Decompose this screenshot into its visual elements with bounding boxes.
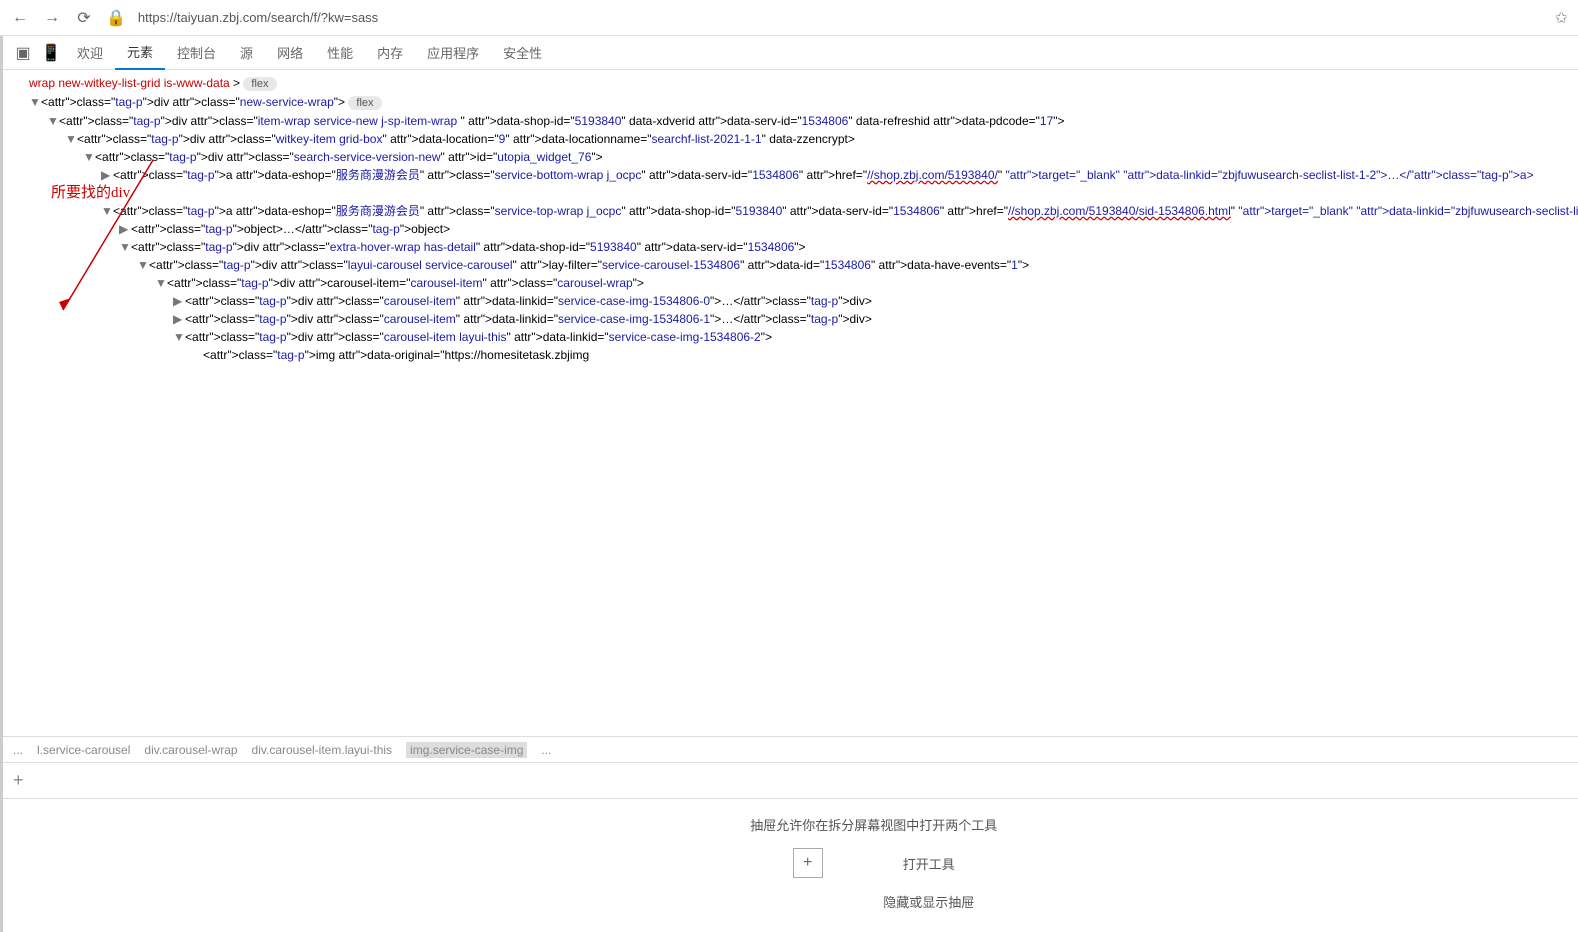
open-tool-button[interactable]: + [793, 848, 823, 878]
bc-item-selected[interactable]: img.service-case-img [406, 742, 527, 758]
tab-elements[interactable]: 元素 [115, 36, 165, 70]
dom-breadcrumb[interactable]: ... l.service-carousel div.carousel-wrap… [3, 736, 1578, 762]
hide-drawer-label: 隐藏或显示抽屉 [883, 892, 974, 911]
bc-more[interactable]: ... [541, 743, 551, 757]
forward-button[interactable]: → [42, 8, 62, 28]
bc-more[interactable]: ... [13, 743, 23, 757]
favorite-icon[interactable]: ✩ [1555, 8, 1568, 28]
url-text[interactable]: https://taiyuan.zbj.com/search/f/?kw=sas… [138, 10, 1543, 25]
annotation-arrow [43, 150, 163, 330]
tab-performance[interactable]: 性能 [315, 36, 365, 70]
bc-item[interactable]: div.carousel-wrap [144, 743, 237, 757]
console-drawer-bar: + [3, 762, 1578, 798]
devtools: ▣ 📱 欢迎 元素 控制台 源 网络 性能 内存 应用程序 安全性 » + wr… [2, 36, 1578, 932]
open-tool-label: 打开工具 [903, 854, 955, 873]
drawer-msg: 抽屉允许你在拆分屏幕视图中打开两个工具 [19, 815, 1578, 834]
tab-security[interactable]: 安全性 [491, 36, 554, 70]
dom-tree[interactable]: wrap new-witkey-list-grid is-www-data > … [3, 70, 1578, 736]
back-button[interactable]: ← [10, 8, 30, 28]
drawer-hint: 抽屉允许你在拆分屏幕视图中打开两个工具 + 打开工具 隐藏或显示抽屉 [3, 798, 1578, 932]
tab-sources[interactable]: 源 [228, 36, 265, 70]
bc-item[interactable]: div.carousel-item.layui-this [252, 743, 393, 757]
lock-icon: 🔒 [106, 8, 126, 28]
add-button[interactable]: + [13, 770, 24, 791]
browser-bar: ← → ⟳ 🔒 https://taiyuan.zbj.com/search/f… [0, 0, 1578, 36]
refresh-button[interactable]: ⟳ [74, 8, 94, 28]
tab-console[interactable]: 控制台 [165, 36, 228, 70]
tab-application[interactable]: 应用程序 [415, 36, 491, 70]
tab-memory[interactable]: 内存 [365, 36, 415, 70]
device-icon[interactable]: 📱 [37, 39, 65, 67]
bc-item[interactable]: l.service-carousel [37, 743, 130, 757]
tab-welcome[interactable]: 欢迎 [65, 36, 115, 70]
devtools-toolbar: ▣ 📱 欢迎 元素 控制台 源 网络 性能 内存 应用程序 安全性 » + [3, 36, 1578, 70]
inspect-icon[interactable]: ▣ [9, 39, 37, 67]
tab-network[interactable]: 网络 [265, 36, 315, 70]
